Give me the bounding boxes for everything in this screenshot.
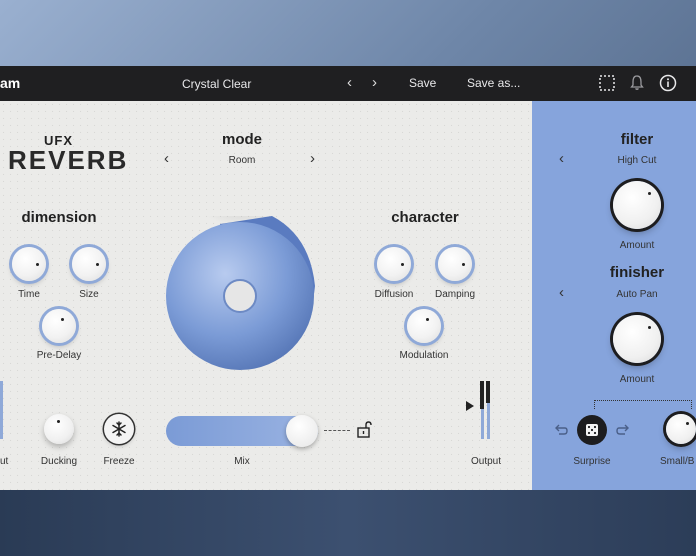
mix-slider-thumb[interactable]	[286, 415, 318, 447]
filter-prev-button[interactable]: ‹	[559, 150, 564, 167]
background-band	[0, 490, 696, 556]
small-big-label: Small/B	[660, 456, 695, 467]
finisher-prev-button[interactable]: ‹	[559, 284, 564, 301]
finisher-amount-knob[interactable]	[613, 315, 661, 363]
side-panel: filter ‹ High Cut Amount finisher ‹ Auto…	[532, 101, 696, 490]
output-marker-icon	[466, 401, 474, 411]
mix-link-line	[324, 430, 350, 431]
size-label: Size	[79, 289, 99, 300]
save-as-button[interactable]: Save as...	[467, 76, 520, 90]
damping-label: Damping	[434, 289, 476, 300]
mode-title: mode	[221, 131, 262, 148]
logo-reverb: REVERB	[8, 145, 129, 175]
diffusion-knob[interactable]	[377, 247, 411, 281]
time-knob[interactable]	[12, 247, 46, 281]
modulation-label: Modulation	[399, 350, 449, 361]
mode-value: Room	[228, 155, 256, 166]
finisher-value: Auto Pan	[616, 289, 658, 300]
snowflake-icon	[112, 421, 126, 437]
plugin-window: am Crystal Clear ‹ › Save Save as... UFX…	[0, 66, 696, 490]
input-label: ut	[0, 456, 9, 467]
time-label: Time	[18, 289, 40, 300]
pre-delay-label: Pre-Delay	[36, 350, 82, 361]
undo-icon[interactable]	[554, 423, 568, 437]
mix-label: Mix	[234, 456, 250, 467]
top-bar: am Crystal Clear ‹ › Save Save as...	[0, 66, 696, 101]
diffusion-label: Diffusion	[374, 289, 414, 300]
output-meter-level-left	[480, 381, 484, 409]
mode-next-button[interactable]: ›	[310, 150, 315, 167]
redo-icon[interactable]	[616, 423, 630, 437]
mode-dial[interactable]	[160, 216, 330, 376]
ducking-knob[interactable]	[44, 414, 74, 444]
finisher-title: finisher	[609, 264, 665, 281]
freeze-button[interactable]	[104, 414, 134, 444]
filter-title: filter	[620, 131, 654, 148]
ducking-label: Ducking	[40, 456, 78, 467]
surprise-label: Surprise	[573, 456, 611, 467]
preset-prev-button[interactable]: ‹	[347, 74, 352, 91]
pre-delay-knob[interactable]	[42, 309, 76, 343]
filter-value: High Cut	[617, 155, 657, 166]
unlock-icon[interactable]	[356, 421, 372, 439]
brand-text: am	[0, 75, 21, 91]
freeze-label: Freeze	[103, 456, 135, 467]
info-icon[interactable]	[659, 74, 677, 92]
small-big-knob[interactable]	[666, 414, 696, 444]
mix-slider[interactable]	[166, 415, 318, 447]
filter-amount-knob[interactable]	[613, 181, 661, 229]
mode-prev-button[interactable]: ‹	[164, 150, 169, 167]
filter-amount-label: Amount	[619, 240, 655, 251]
surprise-button[interactable]	[577, 415, 607, 445]
output-meter-level-right	[486, 381, 490, 403]
resize-icon[interactable]	[598, 74, 616, 92]
character-title: character	[391, 209, 459, 226]
preset-next-button[interactable]: ›	[372, 74, 377, 91]
size-knob[interactable]	[72, 247, 106, 281]
surprise-link-bracket	[594, 400, 692, 409]
input-meter[interactable]	[0, 381, 3, 439]
dice-icon	[586, 424, 598, 436]
output-label: Output	[470, 456, 502, 467]
save-button[interactable]: Save	[409, 76, 436, 90]
preset-name[interactable]: Crystal Clear	[182, 77, 251, 91]
modulation-knob[interactable]	[407, 309, 441, 343]
dimension-title: dimension	[21, 209, 97, 226]
main-panel: UFX REVERB mode ‹ Room › dimension Time …	[0, 101, 532, 490]
bell-icon[interactable]	[628, 74, 646, 92]
finisher-amount-label: Amount	[619, 374, 655, 385]
damping-knob[interactable]	[438, 247, 472, 281]
